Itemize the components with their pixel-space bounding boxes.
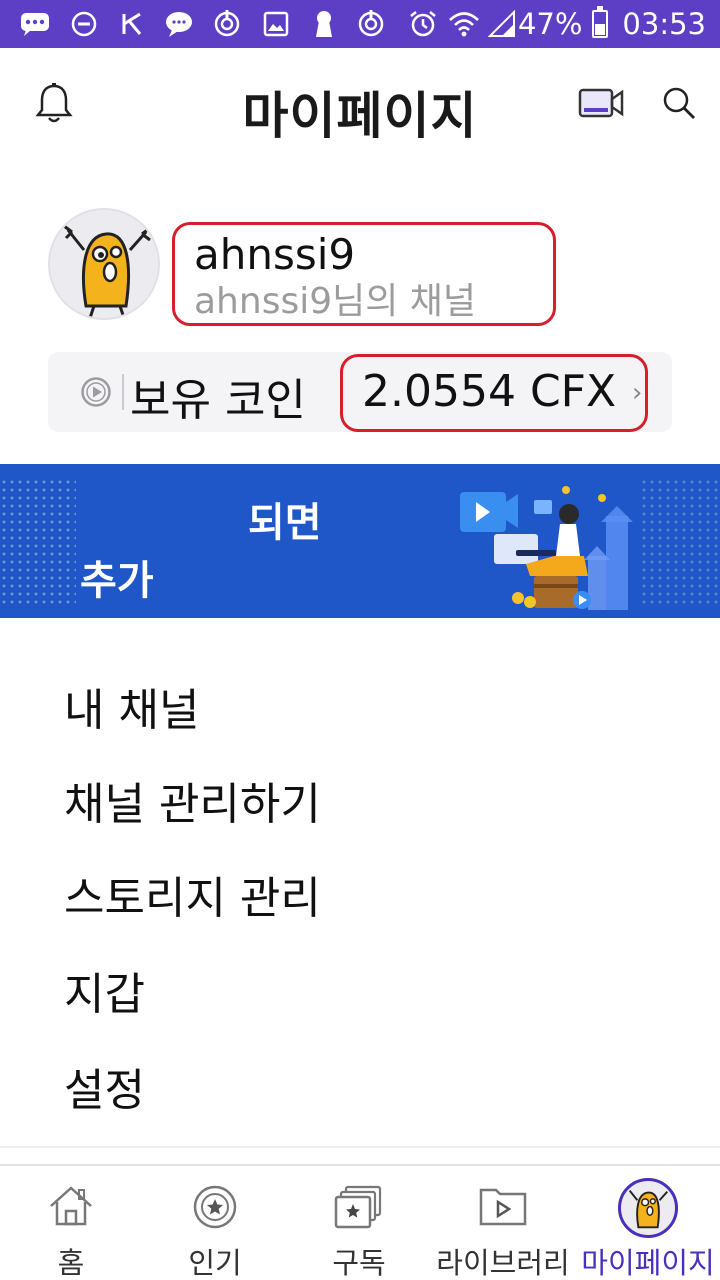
promo-banner[interactable]: 되면 추가 [0,464,720,618]
star-circle-icon [192,1184,238,1234]
avatar[interactable] [48,208,160,320]
chat-icon [164,0,194,48]
nav-home[interactable]: 홈 [0,1166,142,1280]
nav-mypage[interactable]: 마이페이지 [576,1166,720,1280]
app-header: 마이페이지 [0,48,720,164]
nav-popular[interactable]: 인기 [144,1166,286,1280]
dot-pattern [0,478,76,604]
status-bar: 47% 03:53 [0,0,720,48]
nav-label-active: 마이페이지 [581,1246,715,1280]
alarm-icon [408,0,438,48]
battery-percent: 47% [517,7,583,41]
menu-item-manage-channel[interactable]: 채널 관리하기 [64,768,321,832]
battery-icon [592,6,609,38]
wifi-icon [448,0,480,48]
nav-label: 홈 [57,1246,85,1280]
divider [0,1146,720,1148]
nav-subscriptions[interactable]: 구독 [288,1166,430,1280]
avatar-icon [618,1178,678,1238]
banner-text-line2: 추가 [80,558,154,604]
sync-icon [356,0,386,48]
video-camera-icon[interactable] [578,86,624,124]
menu-item-settings[interactable]: 설정 [64,1054,145,1118]
chevron-right-icon[interactable]: › [632,378,642,408]
menu-item-my-channel[interactable]: 내 채널 [64,674,199,738]
subscriptions-icon [334,1184,384,1234]
clock: 03:53 [622,7,706,41]
signal-icon [488,0,516,48]
play-circle-icon [80,376,112,408]
image-icon [262,0,290,48]
home-icon [47,1184,95,1232]
menu-item-storage[interactable]: 스토리지 관리 [64,862,321,926]
nav-label: 인기 [188,1246,242,1280]
do-not-disturb-icon [70,0,98,48]
coin-label: 보유 코인 [130,375,306,426]
coin-value: 2.0554 CFX [362,366,617,417]
banner-illustration [456,472,646,616]
dot-pattern [640,478,720,604]
nav-library[interactable]: 라이브러리 [432,1166,574,1280]
flash-off-icon [118,0,146,48]
menu-item-wallet[interactable]: 지갑 [64,958,145,1022]
banner-text-line1: 되면 [248,500,322,546]
search-icon[interactable] [660,84,698,126]
coin-divider [122,374,124,410]
sync-icon [212,0,242,48]
channel-name: ahnssi9님의 채널 [194,281,477,322]
nav-label: 라이브러리 [436,1246,570,1280]
bottom-nav: 홈 인기 구독 라이브러리 마이페이지 [0,1166,720,1280]
messages-icon [20,0,50,48]
library-icon [478,1184,528,1232]
nav-label: 구독 [332,1246,386,1280]
keyhole-icon [312,0,336,48]
